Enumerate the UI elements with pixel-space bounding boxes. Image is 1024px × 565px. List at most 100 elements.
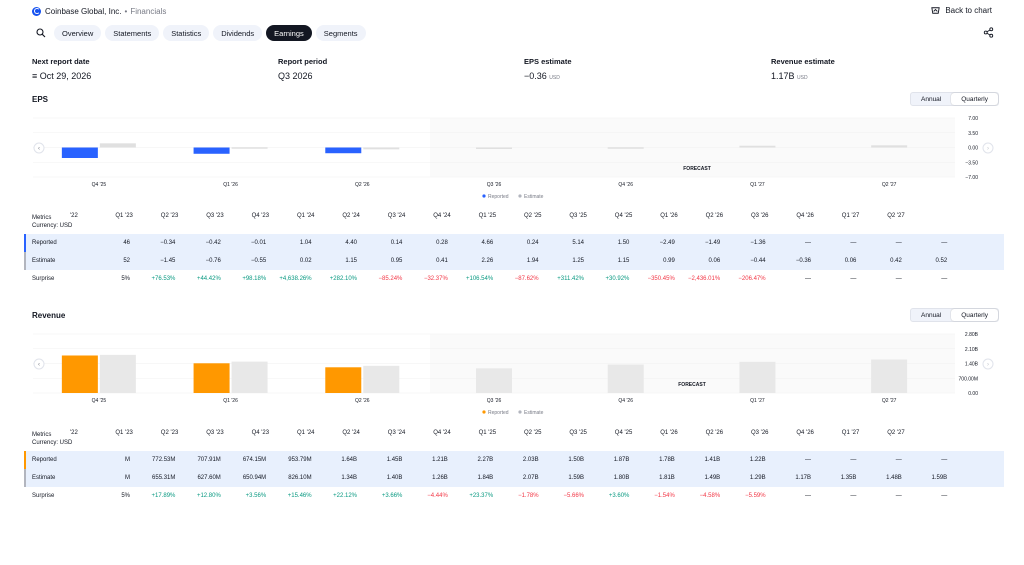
legend-estimate-swatch bbox=[518, 194, 522, 198]
x-tick-label: Q3 '26 bbox=[487, 182, 502, 188]
estimate-bar[interactable] bbox=[99, 354, 136, 393]
section-name: Financials bbox=[130, 6, 167, 16]
legend-estimate-swatch bbox=[518, 410, 522, 414]
row-label: Reported bbox=[32, 457, 57, 463]
revenue-column-header: Q1 '27 bbox=[841, 430, 860, 436]
eps-column-header: Q2 '23 bbox=[160, 213, 179, 219]
search-button[interactable] bbox=[32, 25, 50, 41]
chevron-right-icon: › bbox=[987, 362, 989, 368]
reported-bar[interactable] bbox=[61, 147, 98, 158]
estimate-bar[interactable] bbox=[871, 145, 908, 148]
eps-annual-button[interactable]: Annual bbox=[911, 93, 951, 105]
eps-column-header: Q1 '24 bbox=[297, 213, 315, 219]
estimate-bar[interactable] bbox=[476, 147, 512, 150]
revenue-period-toggle: Annual Quarterly bbox=[910, 308, 999, 322]
report-period: Report period Q3 2026 bbox=[278, 57, 327, 81]
revenue-column-header: '22 bbox=[70, 430, 78, 436]
eps-column-header: Q4 '26 bbox=[796, 213, 814, 219]
y-tick-label: 0.00 bbox=[968, 146, 978, 152]
eps-chart: 7.00 3.50 0.00 −3.50 −7.00 Q4 '25 Q1 '26 Q2 '26… bbox=[33, 116, 994, 200]
x-tick-label: Q1 '27 bbox=[750, 398, 765, 404]
next-report-date-value: Oct 29, 2026 bbox=[39, 71, 92, 81]
eps-row-estimate: Estimate 52 −1.45 −0.76 −0.55 0.02 1.15 0.95 0.4… bbox=[24, 252, 1004, 270]
eps-column-header: Q3 '26 bbox=[751, 213, 769, 219]
revenue-estimate-value: 1.17B bbox=[771, 71, 795, 81]
estimate-bar[interactable] bbox=[363, 147, 400, 150]
row-label: Surprise bbox=[32, 493, 55, 499]
tab-dividends[interactable]: Dividends bbox=[213, 25, 263, 41]
row-label: Surprise bbox=[32, 276, 55, 282]
tab-statements[interactable]: Statements bbox=[105, 25, 160, 41]
back-to-chart-button[interactable]: Back to chart bbox=[930, 3, 992, 17]
report-period-label: Report period bbox=[278, 57, 328, 66]
row-indicator bbox=[24, 252, 26, 270]
revenue-currency-label: Currency: USD bbox=[32, 440, 73, 446]
revenue-column-header: Q2 '23 bbox=[160, 430, 179, 436]
calendar-icon: ≡ bbox=[32, 71, 38, 81]
estimate-bar[interactable] bbox=[476, 368, 512, 393]
y-tick-label: −3.50 bbox=[965, 160, 978, 166]
estimate-bar[interactable] bbox=[607, 147, 644, 149]
y-tick-label: 1.40B bbox=[965, 362, 979, 368]
reported-bar[interactable] bbox=[193, 147, 230, 154]
eps-title: EPS bbox=[32, 95, 49, 104]
chevron-left-icon: ‹ bbox=[38, 146, 40, 152]
header-separator: • bbox=[124, 6, 128, 16]
eps-column-header: Q1 '23 bbox=[115, 213, 133, 219]
company-name[interactable]: Coinbase Global, Inc. bbox=[45, 7, 122, 16]
eps-column-header: Q1 '26 bbox=[660, 213, 678, 219]
legend-reported-swatch bbox=[482, 410, 486, 414]
table-cell: 0.52 bbox=[935, 258, 948, 264]
legend-reported-swatch bbox=[482, 194, 486, 198]
revenue-column-header: Q1 '24 bbox=[297, 430, 315, 436]
y-tick-label: 700.00M bbox=[959, 376, 978, 382]
estimate-bar[interactable] bbox=[739, 361, 776, 393]
estimate-bar[interactable] bbox=[99, 143, 136, 148]
revenue-column-header: Q2 '25 bbox=[524, 430, 542, 436]
chevron-right-icon: › bbox=[987, 146, 989, 152]
revenue-column-header: Q3 '25 bbox=[569, 430, 587, 436]
estimate-bar[interactable] bbox=[231, 147, 268, 149]
estimate-bar[interactable] bbox=[231, 361, 268, 393]
eps-currency-label: Currency: USD bbox=[32, 223, 73, 229]
nav-tabs: Overview Statements Statistics Dividends… bbox=[32, 25, 366, 41]
revenue-column-header: Q2 '26 bbox=[705, 430, 724, 436]
next-report-date-label: Next report date bbox=[32, 57, 90, 66]
x-tick-label: Q1 '26 bbox=[223, 398, 238, 404]
revenue-column-header: Q1 '25 bbox=[478, 430, 497, 436]
table-cell: — bbox=[941, 240, 948, 246]
reported-bar[interactable] bbox=[325, 147, 362, 154]
revenue-row-estimate: Estimate M 655.31M 627.60M 650.94M 826.10M 1.3… bbox=[24, 469, 1004, 487]
tab-segments[interactable]: Segments bbox=[315, 25, 366, 41]
x-tick-label: Q4 '25 bbox=[92, 398, 107, 404]
estimate-bar[interactable] bbox=[363, 365, 400, 393]
revenue-column-header: Q4 '23 bbox=[251, 430, 270, 436]
tab-statistics[interactable]: Statistics bbox=[163, 25, 210, 41]
eps-quarterly-button[interactable]: Quarterly bbox=[951, 93, 998, 105]
x-tick-label: Q2 '27 bbox=[882, 398, 897, 404]
tab-overview[interactable]: Overview bbox=[54, 25, 102, 41]
revenue-estimate-unit: USD bbox=[797, 75, 808, 81]
reported-bar[interactable] bbox=[61, 355, 98, 393]
revenue-column-header: Q1 '26 bbox=[660, 430, 678, 436]
row-label: Estimate bbox=[32, 258, 56, 264]
estimate-bar[interactable] bbox=[739, 145, 776, 148]
x-tick-label: Q2 '26 bbox=[355, 182, 370, 188]
forecast-label: FORECAST bbox=[683, 166, 711, 172]
page-header: Coinbase Global, Inc. • Financials bbox=[32, 4, 166, 18]
revenue-quarterly-button[interactable]: Quarterly bbox=[951, 309, 998, 321]
row-indicator bbox=[24, 451, 26, 469]
x-tick-label: Q4 '25 bbox=[92, 182, 107, 188]
eps-column-header: Q3 '24 bbox=[387, 213, 406, 219]
reported-bar[interactable] bbox=[325, 367, 362, 393]
share-button[interactable] bbox=[983, 27, 994, 40]
eps-column-header: Q2 '24 bbox=[342, 213, 360, 219]
eps-column-header: Q4 '24 bbox=[433, 213, 451, 219]
revenue-annual-button[interactable]: Annual bbox=[911, 309, 951, 321]
estimate-bar[interactable] bbox=[871, 359, 908, 393]
reported-bar[interactable] bbox=[193, 363, 230, 393]
tab-earnings[interactable]: Earnings bbox=[266, 25, 312, 41]
estimate-bar[interactable] bbox=[607, 364, 644, 393]
legend-reported-label: Reported bbox=[488, 410, 509, 416]
x-tick-label: Q4 '26 bbox=[618, 182, 633, 188]
